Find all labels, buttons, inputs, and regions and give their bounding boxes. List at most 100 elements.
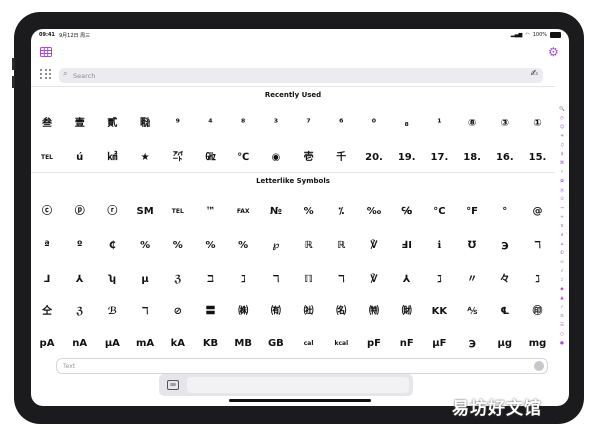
symbol-cell[interactable]: ℷ (227, 266, 259, 294)
symbol-cell[interactable]: ℨ (162, 266, 194, 294)
symbol-cell[interactable]: ⁴ (195, 110, 227, 138)
symbol-cell[interactable]: µg (489, 330, 521, 358)
symbol-cell[interactable]: º (64, 232, 96, 260)
index-item[interactable]: ▲ (558, 296, 566, 301)
symbol-cell[interactable]: 仝 (31, 298, 63, 326)
symbol-cell[interactable]: mA (129, 330, 161, 358)
symbol-cell[interactable]: ª (31, 232, 63, 260)
symbol-cell[interactable]: nA (64, 330, 96, 358)
symbol-cell[interactable]: cal (293, 330, 325, 358)
symbol-cell[interactable]: ℣ (358, 266, 390, 294)
index-item[interactable]: π (558, 224, 566, 229)
index-item[interactable]: ◷ (558, 116, 566, 121)
symbol-cell[interactable]: % (227, 232, 259, 260)
symbol-cell[interactable]: % (293, 198, 325, 226)
symbol-cell[interactable]: ‰ (358, 198, 390, 226)
symbol-cell[interactable]: 17. (423, 144, 455, 172)
index-item[interactable]: ✓ (558, 305, 566, 310)
symbol-cell[interactable]: ℝ (325, 232, 357, 260)
symbol-cell[interactable]: ʮ (96, 266, 128, 294)
symbol-cell[interactable]: ℘ (260, 232, 292, 260)
symbol-cell[interactable]: ú (64, 144, 96, 172)
index-item[interactable]: → (558, 206, 566, 211)
symbol-cell[interactable]: ⁹ (162, 110, 194, 138)
symbol-cell[interactable]: ℿ (293, 266, 325, 294)
symbol-cell[interactable]: ℷ (423, 266, 455, 294)
symbol-cell[interactable]: ㈴ (325, 298, 357, 326)
symbol-cell[interactable]: ㈳ (293, 298, 325, 326)
symbol-cell[interactable]: ℝ (293, 232, 325, 260)
grid-view-icon[interactable] (40, 69, 52, 79)
symbol-cell[interactable]: KK (423, 298, 455, 326)
symbol-cell[interactable]: ㈲ (260, 298, 292, 326)
symbol-cell[interactable]: ¹ (423, 110, 455, 138)
index-item[interactable]: ⌂ (558, 242, 566, 247)
symbol-cell[interactable]: TEL (31, 144, 63, 172)
symbol-cell[interactable]: ㈶ (391, 298, 423, 326)
symbol-cell[interactable]: ⁰ (358, 110, 390, 138)
symbol-cell[interactable]: µA (96, 330, 128, 358)
symbol-cell[interactable]: 壱 (293, 144, 325, 172)
index-item[interactable]: $ (558, 152, 566, 157)
symbol-cell[interactable]: ⅍ (456, 298, 488, 326)
symbol-cell[interactable]: 19. (391, 144, 423, 172)
symbol-cell[interactable]: kA (162, 330, 194, 358)
symbol-cell[interactable]: ⁷ (293, 110, 325, 138)
symbol-cell[interactable]: 千 (325, 144, 357, 172)
symbol-cell[interactable]: 〃 (456, 266, 488, 294)
search-input[interactable] (73, 70, 513, 81)
symbol-cell[interactable]: ⑧ (456, 110, 488, 138)
index-item[interactable]: Ⓐ (558, 188, 566, 194)
symbol-cell[interactable]: mg (522, 330, 554, 358)
symbol-cell[interactable]: ℈ (456, 330, 488, 358)
keyboard-toggle-icon[interactable]: ⌨ (167, 380, 179, 390)
symbol-cell[interactable]: ◉ (260, 144, 292, 172)
index-item[interactable]: ☰ (558, 323, 566, 328)
symbol-cell[interactable]: 〓 (195, 298, 227, 326)
symbol-cell[interactable]: ℅ (391, 198, 423, 226)
index-item[interactable]: ☀ (558, 134, 566, 139)
symbol-cell[interactable]: ⁸ (227, 110, 259, 138)
symbol-cell[interactable]: µ (129, 266, 161, 294)
symbol-cell[interactable]: ㊞ (522, 298, 554, 326)
symbol-cell[interactable]: ℣ (358, 232, 390, 260)
search-bar[interactable]: ⌕ ✍ (59, 68, 543, 83)
symbol-cell[interactable]: ㎓ (195, 144, 227, 172)
symbol-cell[interactable]: @ (522, 198, 554, 226)
index-sidebar[interactable]: 🔍 ◷ ☺ ☀ ♫ $ ⌘ ♯ ✿ Ⓐ ① → + π ∂ ⌂ © ∞ √ ♪ ◆ ▲ ✓ ≡ ☰ ○ ● (557, 107, 567, 359)
symbol-cell[interactable]: nF (391, 330, 423, 358)
symbol-cell[interactable]: ㍾ (129, 110, 161, 138)
symbol-cell[interactable]: ₈ (391, 110, 423, 138)
symbol-cell[interactable]: ℄ (489, 298, 521, 326)
symbol-cell[interactable]: ℸ (325, 266, 357, 294)
symbol-cell[interactable]: ⓟ (64, 198, 96, 226)
symbol-cell[interactable]: ℲI (391, 232, 423, 260)
symbol-cell[interactable]: ③ (489, 110, 521, 138)
index-item[interactable]: ✿ (558, 179, 566, 184)
symbol-cell[interactable]: 々 (489, 266, 521, 294)
symbol-cell[interactable]: ℃ (227, 144, 259, 172)
symbol-cell[interactable]: % (162, 232, 194, 260)
index-item[interactable]: ● (558, 341, 566, 346)
symbol-cell[interactable]: 叁 (31, 110, 63, 138)
symbol-cell[interactable]: ㈱ (227, 298, 259, 326)
symbol-cell[interactable]: ⅄ (64, 266, 96, 294)
index-item[interactable]: ∂ (558, 233, 566, 238)
gear-icon[interactable]: ⚙ (548, 46, 559, 58)
index-item[interactable]: ∞ (558, 260, 566, 265)
symbol-cell[interactable]: ⅃ (31, 266, 63, 294)
symbol-cell[interactable]: ⁶ (325, 110, 357, 138)
index-item[interactable]: ♫ (558, 143, 566, 148)
symbol-cell[interactable]: GB (260, 330, 292, 358)
dock-input-area[interactable] (187, 377, 409, 393)
symbol-cell[interactable]: 壹 (64, 110, 96, 138)
symbol-cell[interactable]: % (129, 232, 161, 260)
symbol-cell[interactable]: ℧ (456, 232, 488, 260)
index-item[interactable]: © (558, 251, 566, 256)
symbol-cell[interactable]: kcal (325, 330, 357, 358)
symbol-cell[interactable]: pA (31, 330, 63, 358)
index-item[interactable]: ≡ (558, 314, 566, 319)
symbol-cell[interactable]: ℬ (96, 298, 128, 326)
index-item[interactable]: ○ (558, 332, 566, 337)
symbol-cell[interactable]: µF (423, 330, 455, 358)
